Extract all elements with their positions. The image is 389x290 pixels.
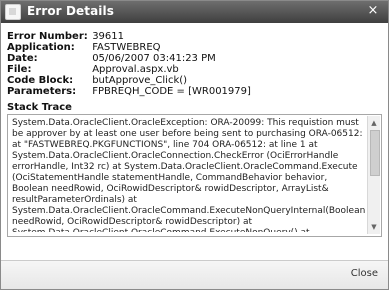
error-number-label: Error Number: (7, 31, 88, 42)
field-row: Parameters: FPBREQH_CODE = [WR001979] (7, 86, 367, 97)
application-label: Application: (7, 42, 75, 53)
date-label: Date: (7, 53, 38, 64)
dialog-title: Error Details (27, 4, 114, 18)
field-row: Error Number: 39611 (7, 31, 367, 42)
date-value: 05/06/2007 03:41:23 PM (92, 53, 216, 64)
field-row: Date: 05/06/2007 03:41:23 PM (7, 53, 367, 64)
dialog-titlebar: Error Details × (1, 1, 388, 23)
error-details-dialog: Error Details × Error Number: 39611 Appl… (0, 0, 389, 290)
parameters-label: Parameters: (7, 86, 77, 97)
stack-trace-title: Stack Trace (7, 102, 72, 113)
parameters-value: FPBREQH_CODE = [WR001979] (92, 86, 251, 97)
scroll-down-icon[interactable]: ▼ (369, 222, 379, 232)
scroll-thumb[interactable] (370, 130, 380, 176)
code-block-value: butApprove_Click() (92, 75, 188, 86)
file-value: Approval.aspx.vb (92, 64, 179, 75)
error-number-value: 39611 (92, 31, 124, 42)
window-icon (5, 4, 21, 20)
code-block-label: Code Block: (7, 75, 74, 86)
scroll-up-icon[interactable]: ▲ (369, 118, 379, 128)
close-button[interactable]: Close (351, 268, 378, 279)
stack-trace-text: System.Data.OracleClient.OracleException… (12, 118, 366, 232)
vertical-scrollbar[interactable]: ▲ ▼ (367, 116, 380, 234)
dialog-footer: Close (1, 260, 388, 289)
error-fields: Error Number: 39611 Application: FASTWEB… (7, 31, 367, 97)
field-row: Code Block: butApprove_Click() (7, 75, 367, 86)
stack-trace-box[interactable]: System.Data.OracleClient.OracleException… (7, 114, 382, 237)
application-value: FASTWEBREQ (92, 42, 161, 53)
close-icon[interactable]: × (366, 4, 380, 18)
field-row: Application: FASTWEBREQ (7, 42, 367, 53)
file-label: File: (7, 64, 32, 75)
field-row: File: Approval.aspx.vb (7, 64, 367, 75)
